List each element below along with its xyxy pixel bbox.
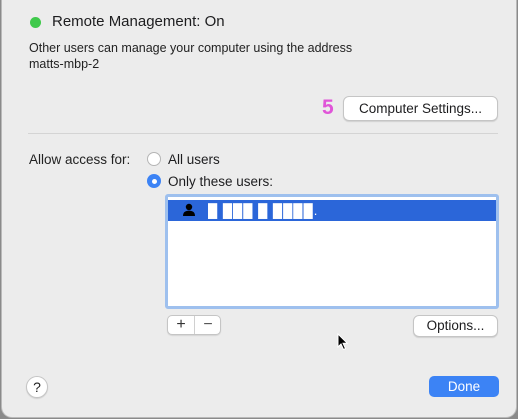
list-item[interactable]: █ ███ █ ████. — [168, 200, 496, 221]
radio-all-users[interactable] — [147, 152, 161, 166]
computer-address: matts-mbp-2 — [29, 57, 100, 71]
add-user-button[interactable]: + — [168, 316, 194, 334]
divider — [28, 133, 498, 134]
help-button[interactable]: ? — [26, 376, 48, 398]
computer-settings-button[interactable]: Computer Settings... — [343, 96, 498, 121]
done-button[interactable]: Done — [429, 376, 499, 397]
allowed-users-list[interactable]: █ ███ █ ████. — [165, 194, 499, 309]
remote-management-sheet: Remote Management: On Other users can ma… — [2, 0, 516, 417]
description-text: Other users can manage your computer usi… — [29, 41, 353, 55]
radio-only-these-users-label[interactable]: Only these users: — [168, 174, 273, 189]
allow-access-label: Allow access for: — [29, 152, 131, 167]
add-remove-segmented-control: + − — [167, 315, 221, 335]
status-indicator-dot — [30, 17, 41, 28]
radio-only-these-users[interactable] — [147, 174, 161, 188]
options-button[interactable]: Options... — [413, 315, 498, 337]
user-name-redacted: █ ███ █ ████. — [208, 203, 319, 218]
radio-all-users-label[interactable]: All users — [168, 152, 220, 167]
status-title: Remote Management: On — [52, 13, 225, 30]
person-icon — [182, 203, 196, 222]
step-annotation: 5 — [322, 96, 334, 119]
remove-user-button[interactable]: − — [194, 316, 221, 334]
mouse-cursor-icon — [337, 332, 349, 356]
